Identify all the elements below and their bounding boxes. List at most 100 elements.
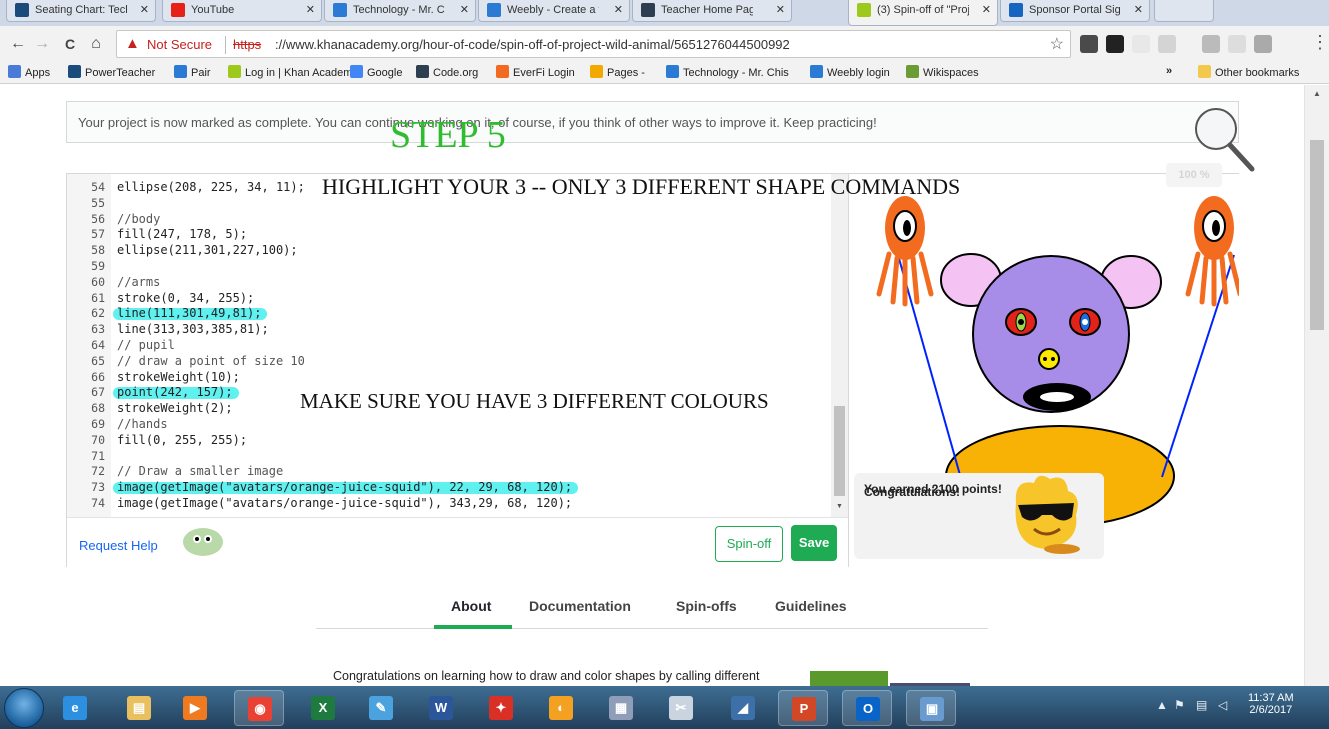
taskbar-app-screen-app[interactable]: ▣ xyxy=(906,690,956,726)
bookmark-technology[interactable]: Technology - Mr. Chis xyxy=(666,65,789,79)
code-line[interactable]: fill(0, 255, 255); xyxy=(117,433,247,447)
extension-grid-icon[interactable] xyxy=(1106,35,1124,53)
tab-close-icon[interactable]: ✕ xyxy=(306,3,315,16)
code-editor[interactable]: 54 55 56 57 58 59 60 61 62 63 64 65 66 67 68 69 70 71 72 73… xyxy=(67,174,848,517)
request-help-link[interactable]: Request Help xyxy=(79,538,158,553)
bookmark-everfi[interactable]: EverFi Login xyxy=(496,65,575,79)
taskbar-app-audacity[interactable]: ◐ xyxy=(536,690,586,726)
code-line[interactable]: //body xyxy=(117,212,160,226)
code-line[interactable]: ellipse(208, 225, 34, 11); xyxy=(117,180,305,194)
browser-tab[interactable]: YouTube ✕ xyxy=(162,0,322,22)
code-line[interactable]: line(111,301,49,81); xyxy=(117,306,262,320)
taskbar-app-chrome[interactable]: ◉ xyxy=(234,690,284,726)
code-line[interactable]: //hands xyxy=(117,417,168,431)
code-scrollbar-thumb[interactable] xyxy=(834,406,845,496)
taskbar-app-media-player[interactable]: ▶ xyxy=(170,690,220,726)
tab-about[interactable]: About xyxy=(451,598,491,614)
tab-close-icon[interactable]: ✕ xyxy=(140,3,149,16)
code-line[interactable]: image(getImage("avatars/orange-juice-squ… xyxy=(117,496,572,510)
extension-zoom-active-icon[interactable] xyxy=(1254,35,1272,53)
taskbar-app-app-blue[interactable]: ◢ xyxy=(718,690,768,726)
tab-close-icon[interactable]: ✕ xyxy=(460,3,469,16)
tray-expand-icon[interactable]: ▲ xyxy=(1156,698,1168,712)
taskbar-app-powerpoint[interactable]: P xyxy=(778,690,828,726)
start-button-icon[interactable] xyxy=(4,688,44,728)
code-line[interactable]: // pupil xyxy=(117,338,175,352)
bookmark-pages[interactable]: Pages - xyxy=(590,65,645,79)
browser-tab[interactable]: Sponsor Portal Sign ✕ xyxy=(1000,0,1150,22)
code-line[interactable]: strokeWeight(10); xyxy=(117,370,240,384)
notepad-icon: ✎ xyxy=(369,696,393,720)
security-label[interactable]: Not Secure xyxy=(147,37,212,52)
extension-gray-icon[interactable] xyxy=(1158,35,1176,53)
bookmark-apps[interactable]: Apps xyxy=(8,65,50,79)
taskbar-app-snipping-tool[interactable]: ✂ xyxy=(656,690,706,726)
code-line[interactable]: line(313,303,385,81); xyxy=(117,322,269,336)
code-line[interactable]: strokeWeight(2); xyxy=(117,401,233,415)
scroll-down-arrow-icon[interactable]: ▼ xyxy=(836,503,843,510)
system-clock[interactable]: 11:37 AM 2/6/2017 xyxy=(1248,692,1294,716)
code-line[interactable]: fill(247, 178, 5); xyxy=(117,227,247,241)
taskbar-app-excel[interactable]: X xyxy=(298,690,348,726)
page-scrollbar[interactable]: ▲ xyxy=(1304,85,1329,686)
bookmark-wikispaces[interactable]: Wikispaces xyxy=(906,65,979,79)
home-icon[interactable]: ⌂ xyxy=(86,34,106,54)
taskbar-app-calculator[interactable]: ▦ xyxy=(596,690,646,726)
browser-tab[interactable]: Technology - Mr. Ch ✕ xyxy=(324,0,476,22)
save-button[interactable]: Save xyxy=(791,525,837,561)
other-bookmarks[interactable]: Other bookmarks xyxy=(1198,65,1299,79)
code-line[interactable]: ellipse(211,301,227,100); xyxy=(117,243,298,257)
taskbar-app-outlook[interactable]: O xyxy=(842,690,892,726)
taskbar-app-notepad[interactable]: ✎ xyxy=(356,690,406,726)
network-icon[interactable]: ▤ xyxy=(1196,698,1207,712)
code-scrollbar[interactable]: ▼ xyxy=(831,174,848,517)
zoom-badge[interactable]: 100 % xyxy=(1166,163,1222,187)
taskbar-app-internet-explorer[interactable]: e xyxy=(50,690,100,726)
new-tab-button[interactable] xyxy=(1154,0,1214,22)
code-line[interactable]: //arms xyxy=(117,275,160,289)
extension-zoom-icon[interactable] xyxy=(1228,35,1246,53)
reload-icon[interactable]: C xyxy=(60,34,80,54)
help-avatar-icon[interactable] xyxy=(181,526,225,556)
taskbar-app-word[interactable]: W xyxy=(416,690,466,726)
extension-search-icon[interactable] xyxy=(1132,35,1150,53)
bookmark-weebly-login[interactable]: Weebly login xyxy=(810,65,890,79)
code-line[interactable]: image(getImage("avatars/orange-juice-squ… xyxy=(117,480,572,494)
spin-off-button[interactable]: Spin-off xyxy=(715,526,783,562)
address-bar[interactable]: ▲ Not Secure https ://www.khanacademy.or… xyxy=(116,30,1071,58)
code-line[interactable]: // draw a point of size 10 xyxy=(117,354,305,368)
page-scrollbar-thumb[interactable] xyxy=(1310,140,1324,330)
extension-puzzle-icon[interactable] xyxy=(1080,35,1098,53)
tab-close-icon[interactable]: ✕ xyxy=(1134,3,1143,16)
browser-tab[interactable]: Weebly - Create a fr ✕ xyxy=(478,0,630,22)
tab-close-icon[interactable]: ✕ xyxy=(614,3,623,16)
taskbar-app-file-explorer[interactable]: ▤ xyxy=(114,690,164,726)
bookmark-pair[interactable]: Pair xyxy=(174,65,211,79)
bookmark-khan[interactable]: Log in | Khan Academ xyxy=(228,65,352,79)
nostril xyxy=(1051,357,1055,361)
forward-icon[interactable]: → xyxy=(32,34,52,54)
tab-spin-offs[interactable]: Spin-offs xyxy=(676,598,737,614)
browser-tab-active[interactable]: (3) Spin-off of "Proje ✕ xyxy=(848,0,998,26)
bookmark-codeorg[interactable]: Code.org xyxy=(416,65,478,79)
tab-close-icon[interactable]: ✕ xyxy=(982,3,991,16)
code-line[interactable]: // Draw a smaller image xyxy=(117,464,283,478)
extension-screen-icon[interactable] xyxy=(1202,35,1220,53)
bookmark-google[interactable]: Google xyxy=(350,65,402,79)
bookmarks-overflow-icon[interactable]: » xyxy=(1166,65,1172,77)
flag-icon[interactable]: ⚑ xyxy=(1174,698,1185,712)
browser-tab[interactable]: Teacher Home Page ✕ xyxy=(632,0,792,22)
code-line[interactable]: stroke(0, 34, 255); xyxy=(117,291,254,305)
bookmark-star-icon[interactable]: ☆ xyxy=(1050,34,1064,54)
tab-documentation[interactable]: Documentation xyxy=(529,598,631,614)
browser-menu-icon[interactable]: ⋮ xyxy=(1311,32,1329,53)
code-line[interactable]: point(242, 157); xyxy=(117,385,233,399)
scroll-up-arrow-icon[interactable]: ▲ xyxy=(1313,89,1321,98)
bookmark-powerteacher[interactable]: PowerTeacher xyxy=(68,65,155,79)
taskbar-app-app-red[interactable]: ✦ xyxy=(476,690,526,726)
tab-guidelines[interactable]: Guidelines xyxy=(775,598,847,614)
tab-close-icon[interactable]: ✕ xyxy=(776,3,785,16)
volume-icon[interactable]: ◁ xyxy=(1218,698,1227,712)
back-icon[interactable]: ← xyxy=(8,34,28,54)
browser-tab[interactable]: Seating Chart: Techn ✕ xyxy=(6,0,156,22)
